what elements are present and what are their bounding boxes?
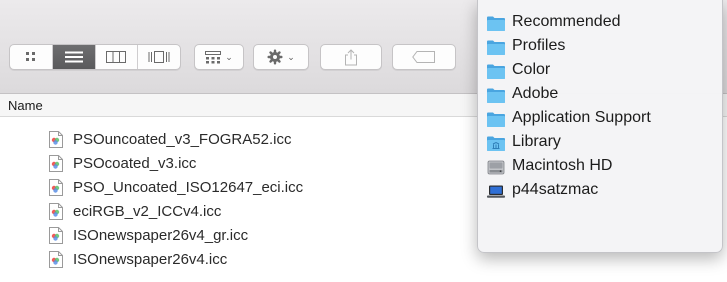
menu-item-label: Library (512, 133, 561, 150)
column-view-icon (106, 51, 127, 63)
menu-item-label: Application Support (512, 109, 651, 126)
list-view-icon (64, 51, 83, 63)
menu-item-label: Recommended (512, 13, 621, 30)
folder-icon (487, 40, 505, 55)
arrange-grid-icon (205, 50, 222, 63)
path-menu-item-recommended[interactable]: Recommended (478, 12, 722, 36)
menu-item-label: Profiles (512, 37, 566, 54)
gear-icon (267, 49, 283, 65)
path-menu-item-color[interactable]: Color (478, 60, 722, 84)
file-name: eciRGB_v2_ICCv4.icc (73, 203, 222, 220)
icc-profile-file-icon (49, 227, 63, 244)
menu-item-label: Macintosh HD (512, 157, 613, 174)
icc-profile-file-icon (49, 155, 63, 172)
hard-drive-icon (487, 160, 505, 175)
computer-icon (487, 185, 505, 198)
folder-icon (487, 88, 505, 103)
share-icon (345, 48, 357, 65)
arrange-button[interactable]: ⌄ (194, 44, 244, 70)
edit-tags-button[interactable] (392, 44, 456, 70)
path-menu-item-macintosh-hd[interactable]: Macintosh HD (478, 156, 722, 180)
folder-icon (487, 64, 505, 79)
path-menu-item-application-support[interactable]: Application Support (478, 108, 722, 132)
icon-view-icon (25, 52, 35, 61)
cover-flow-view-button[interactable] (138, 45, 180, 69)
icon-view-button[interactable] (10, 45, 53, 69)
action-menu-button[interactable]: ⌄ (253, 44, 309, 70)
menu-item-label: p44satzmac (512, 181, 599, 198)
chevron-down-icon: ⌄ (287, 52, 295, 62)
icc-profile-file-icon (49, 179, 63, 196)
folder-icon (487, 16, 505, 31)
file-name: PSO_Uncoated_ISO12647_eci.icc (73, 179, 304, 196)
library-folder-icon (487, 136, 505, 151)
name-column-header[interactable]: Name (8, 98, 43, 113)
chevron-down-icon: ⌄ (225, 52, 233, 62)
path-menu-item-adobe[interactable]: Adobe (478, 84, 722, 108)
cover-flow-icon (148, 51, 170, 63)
icc-profile-file-icon (49, 251, 63, 268)
view-mode-segmented-control (9, 44, 181, 70)
path-menu-item-library[interactable]: Library (478, 132, 722, 156)
file-name: PSOuncoated_v3_FOGRA52.icc (73, 131, 292, 148)
file-name: PSOcoated_v3.icc (73, 155, 197, 172)
column-view-button[interactable] (96, 45, 139, 69)
list-view-button[interactable] (52, 45, 96, 69)
menu-item-label: Adobe (512, 85, 559, 102)
icc-profile-file-icon (49, 131, 63, 148)
menu-item-label: Color (512, 61, 551, 78)
file-name: ISOnewspaper26v4_gr.icc (73, 227, 249, 244)
file-name: ISOnewspaper26v4.icc (73, 251, 228, 268)
path-popup-menu: Recommended Profiles Color Adobe Applica… (477, 0, 723, 253)
path-menu-item-profiles[interactable]: Profiles (478, 36, 722, 60)
share-button[interactable] (320, 44, 382, 70)
tag-icon (412, 51, 435, 63)
folder-icon (487, 112, 505, 127)
path-menu-item-p44satzmac[interactable]: p44satzmac (478, 180, 722, 204)
icc-profile-file-icon (49, 203, 63, 220)
